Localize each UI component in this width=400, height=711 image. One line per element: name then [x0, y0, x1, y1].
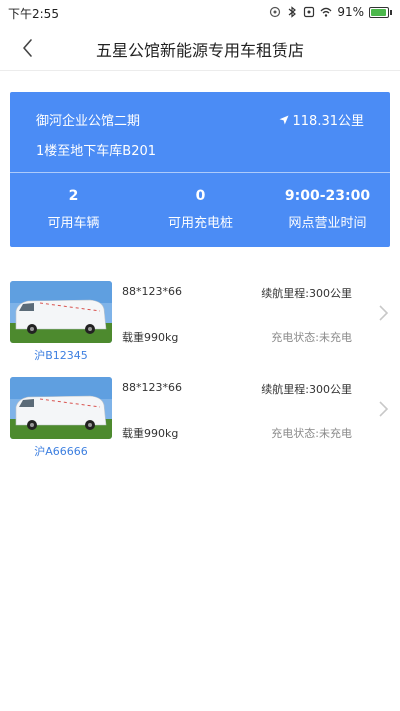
vehicle-charge-status: 充电状态:未充电	[271, 331, 352, 344]
vehicle-plate: 沪B12345	[34, 349, 88, 362]
vehicle-item[interactable]: 沪B12345 88*123*66 续航里程:300公里 载重990kg 充电状…	[0, 281, 400, 373]
navigation-arrow-icon	[279, 115, 288, 124]
store-info-card: 御河企业公馆二期 118.31公里 1楼至地下车库B201 2 可用车辆 0 可…	[10, 92, 390, 247]
card-divider	[10, 172, 390, 173]
bluetooth-icon	[288, 6, 297, 18]
vehicle-range: 续航里程:300公里	[261, 287, 352, 300]
vehicle-photo	[10, 377, 112, 439]
vehicle-item[interactable]: 沪A66666 88*123*66 续航里程:300公里 载重990kg 充电状…	[0, 377, 400, 469]
store-distance[interactable]: 118.31公里	[279, 110, 365, 129]
store-name: 御河企业公馆二期	[36, 114, 141, 129]
distance-text: 118.31公里	[292, 114, 365, 129]
vehicle-range: 续航里程:300公里	[261, 383, 352, 396]
battery-percent: 91%	[337, 5, 364, 19]
vehicle-dimensions: 88*123*66	[122, 285, 182, 298]
stat-business-hours: 9:00-23:00 网点营业时间	[264, 188, 391, 231]
vehicle-dimensions: 88*123*66	[122, 381, 182, 394]
stat-value: 9:00-23:00	[284, 188, 371, 204]
stat-label: 可用车辆	[47, 216, 100, 231]
nfc-icon	[304, 6, 315, 18]
status-bar: 下午2:55 91%	[0, 0, 400, 26]
status-time: 下午2:55	[8, 7, 59, 21]
stat-label: 网点营业时间	[288, 216, 367, 231]
stat-available-vehicles: 2 可用车辆	[10, 188, 137, 231]
vehicle-load: 载重990kg	[122, 331, 179, 344]
wifi-icon	[320, 7, 332, 17]
vehicle-photo	[10, 281, 112, 343]
store-address: 1楼至地下车库B201	[36, 144, 157, 159]
stat-available-chargers: 0 可用充电桩	[137, 188, 264, 231]
nav-bar: 五星公馆新能源专用车租赁店	[0, 26, 400, 71]
stat-value: 2	[68, 188, 79, 204]
vehicle-charge-status: 充电状态:未充电	[271, 427, 352, 440]
stat-label: 可用充电桩	[167, 216, 233, 231]
chevron-right-icon	[379, 401, 389, 417]
status-icons: 91%	[269, 5, 392, 19]
vehicle-load: 载重990kg	[122, 427, 179, 440]
page-title: 五星公馆新能源专用车租赁店	[95, 41, 304, 60]
chevron-right-icon	[379, 305, 389, 321]
battery-icon	[369, 6, 392, 18]
alarm-icon	[270, 6, 281, 18]
vehicle-plate: 沪A66666	[34, 445, 88, 458]
stat-value: 0	[195, 188, 206, 204]
